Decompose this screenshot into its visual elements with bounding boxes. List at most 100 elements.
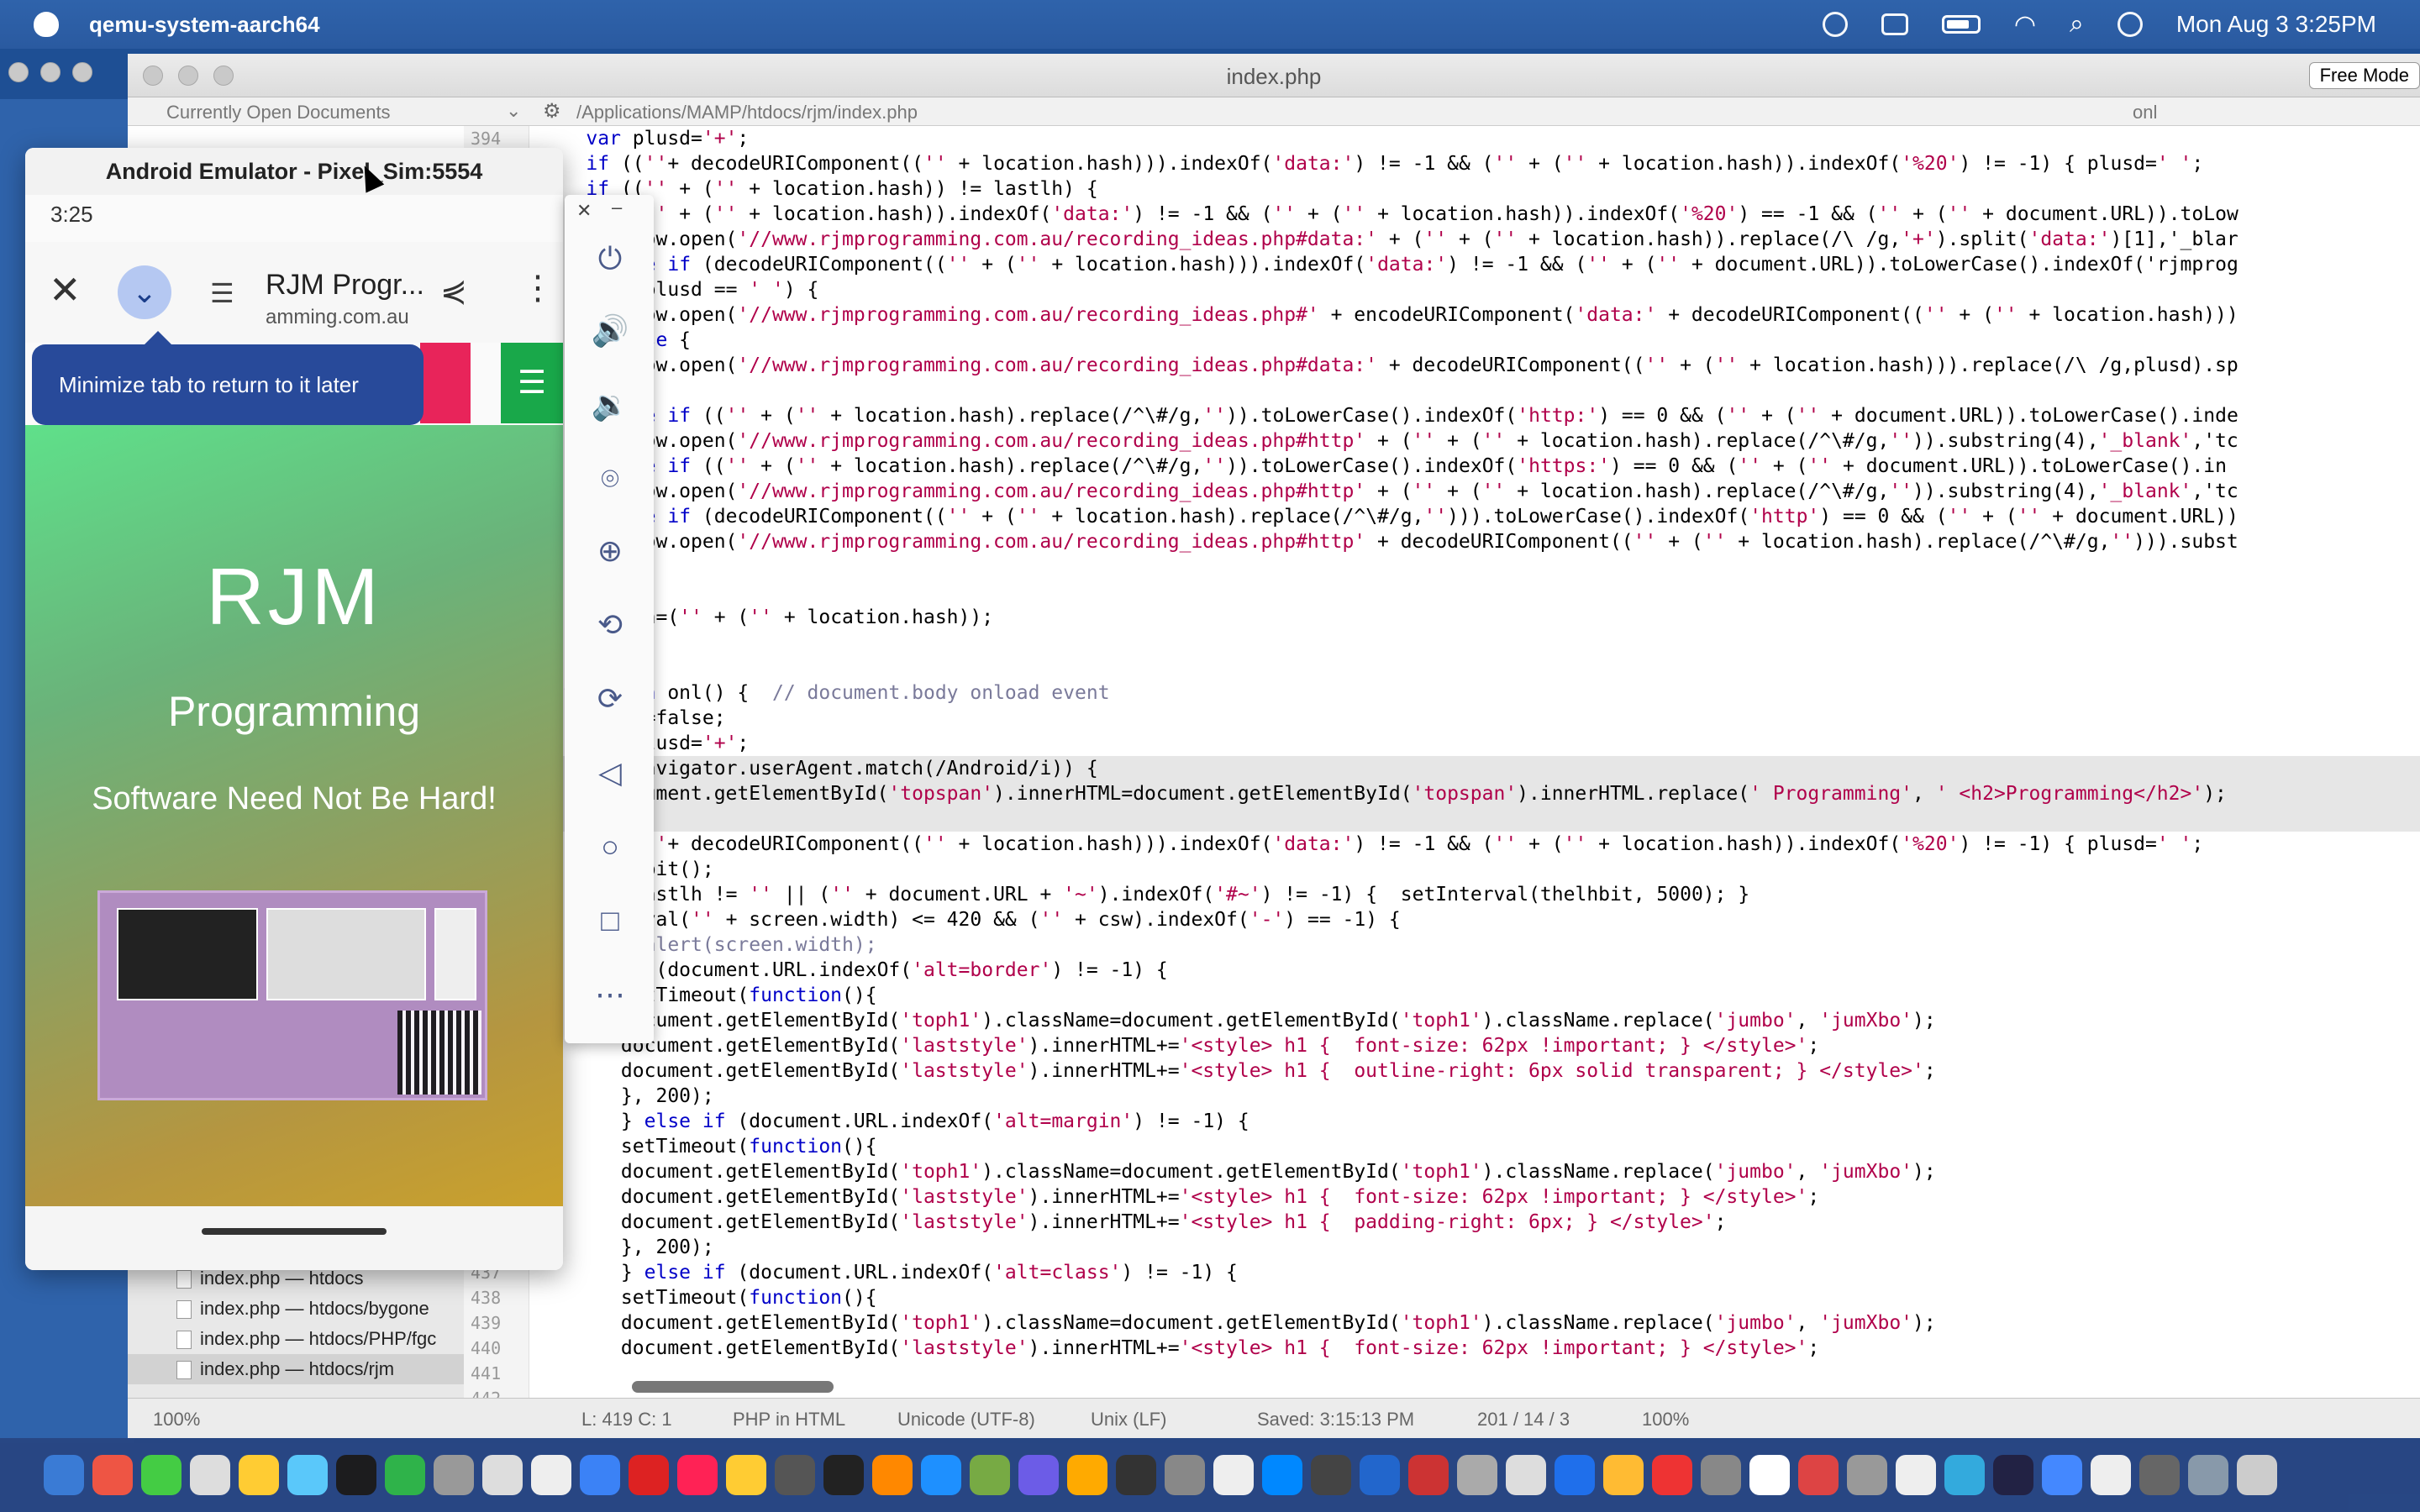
dock-app-icon[interactable]	[775, 1455, 815, 1495]
volume-up-icon[interactable]: 🔊	[590, 311, 630, 351]
free-mode-button[interactable]: Free Mode	[2308, 62, 2420, 89]
power-icon[interactable]: ⏻	[590, 239, 630, 279]
dock-app-icon[interactable]	[1408, 1455, 1449, 1495]
apple-menu-icon[interactable]	[34, 12, 59, 37]
gear-icon[interactable]: ⚙	[543, 99, 561, 123]
code-line[interactable]: document.getElementById('toph1').classNa…	[529, 1008, 2420, 1033]
code-line[interactable]: if (plusd == ' ') {	[529, 277, 2420, 302]
dock-app-icon[interactable]	[726, 1455, 766, 1495]
zoom-icon[interactable]: ⊕	[590, 531, 630, 571]
dock-app-icon[interactable]	[921, 1455, 961, 1495]
home-icon[interactable]: ○	[590, 827, 630, 867]
code-line[interactable]: document.getElementById('laststyle').inn…	[529, 1033, 2420, 1058]
code-line[interactable]: } else {	[529, 328, 2420, 353]
dock-app-icon[interactable]	[970, 1455, 1010, 1495]
minimize-icon[interactable]: –	[612, 197, 622, 218]
dock-app-icon[interactable]	[1798, 1455, 1839, 1495]
close-icon[interactable]: ✕	[576, 200, 592, 222]
line-endings-menu[interactable]: Unix (LF)	[1091, 1409, 1166, 1431]
dock-app-icon[interactable]	[1603, 1455, 1644, 1495]
open-document-item[interactable]: index.php — htdocs/rjm	[128, 1354, 464, 1384]
dock-app-icon[interactable]	[434, 1455, 474, 1495]
dock-app-icon[interactable]	[2091, 1455, 2131, 1495]
code-line[interactable]: if (eval('' + screen.width) <= 420 && ('…	[529, 907, 2420, 932]
dock-app-icon[interactable]	[1262, 1455, 1302, 1495]
close-tab-icon[interactable]: ✕	[49, 267, 82, 312]
minimize-window-button[interactable]	[40, 62, 60, 82]
dock-app-icon[interactable]	[1213, 1455, 1254, 1495]
volume-down-icon[interactable]: 🔉	[590, 385, 630, 425]
code-line[interactable]: if (navigator.userAgent.match(/Android/i…	[529, 756, 2420, 781]
tab-url[interactable]: amming.com.au	[266, 306, 409, 329]
code-line[interactable]: setTimeout(function(){	[529, 1285, 2420, 1310]
home-gesture-pill[interactable]	[202, 1228, 387, 1235]
code-line[interactable]: } else if (('' + ('' + location.hash).re…	[529, 454, 2420, 479]
more-icon[interactable]: ⋯	[590, 974, 630, 1015]
dock-app-icon[interactable]	[1067, 1455, 1107, 1495]
open-documents-header[interactable]: Currently Open Documents	[166, 102, 391, 123]
dock-app-icon[interactable]	[872, 1455, 913, 1495]
find-zoom[interactable]: 100%	[1642, 1409, 1689, 1431]
file-path-menu[interactable]: /Applications/MAMP/htdocs/rjm/index.php	[576, 102, 918, 123]
code-line[interactable]: }, 200);	[529, 1084, 2420, 1109]
code-line[interactable]: if (('' + ('' + location.hash)) != lastl…	[529, 176, 2420, 202]
dock-app-icon[interactable]	[190, 1455, 230, 1495]
dock-app-icon[interactable]	[531, 1455, 571, 1495]
open-document-item[interactable]: index.php — htdocs/PHP/fgc	[128, 1324, 464, 1354]
code-line[interactable]: thelhbit();	[529, 857, 2420, 882]
code-line[interactable]: var plusd='+';	[529, 731, 2420, 756]
dock-app-icon[interactable]	[1652, 1455, 1692, 1495]
wifi-icon[interactable]: ◠	[2014, 10, 2036, 39]
control-center-icon[interactable]	[2117, 12, 2143, 37]
code-line[interactable]: }	[529, 630, 2420, 655]
dock-app-icon[interactable]	[2139, 1455, 2180, 1495]
overview-icon[interactable]: □	[590, 900, 630, 941]
dock-app-icon[interactable]	[482, 1455, 523, 1495]
dock-app-icon[interactable]	[1360, 1455, 1400, 1495]
tab-title[interactable]: RJM Progr...	[266, 269, 424, 302]
code-line[interactable]: document.getElementById('toph1').classNa…	[529, 1159, 2420, 1184]
code-line[interactable]: window.open('//www.rjmprogramming.com.au…	[529, 353, 2420, 378]
code-line[interactable]: }	[529, 580, 2420, 605]
app-menu[interactable]: qemu-system-aarch64	[89, 12, 320, 38]
dock-app-icon[interactable]	[1993, 1455, 2033, 1495]
dock-app-icon[interactable]	[1506, 1455, 1546, 1495]
dock-app-icon[interactable]	[92, 1455, 133, 1495]
code-line[interactable]: document.getElementById('topspan').inner…	[529, 781, 2420, 806]
close-window-button[interactable]	[8, 62, 29, 82]
code-line[interactable]: document.getElementById('laststyle').inn…	[529, 1336, 2420, 1361]
code-line[interactable]: setTimeout(function(){	[529, 1134, 2420, 1159]
code-line[interactable]: } else if (document.URL.indexOf('alt=cla…	[529, 1260, 2420, 1285]
clock[interactable]: Mon Aug 3 3:25PM	[2176, 11, 2376, 38]
screen-icon[interactable]	[1881, 13, 1908, 35]
code-line[interactable]: if (document.URL.indexOf('alt=border') !…	[529, 958, 2420, 983]
dock-app-icon[interactable]	[1701, 1455, 1741, 1495]
dock-app-icon[interactable]	[1896, 1455, 1936, 1495]
camera-icon[interactable]: ⌾	[590, 459, 630, 499]
code-line[interactable]: if ((''+ decodeURIComponent(('' + locati…	[529, 832, 2420, 857]
battery-icon[interactable]	[1941, 15, 1981, 34]
dock-app-icon[interactable]	[287, 1455, 328, 1495]
code-line[interactable]: } else if (document.URL.indexOf('alt=mar…	[529, 1109, 2420, 1134]
dock-app-icon[interactable]	[1944, 1455, 1985, 1495]
dock-app-icon[interactable]	[1116, 1455, 1156, 1495]
code-line[interactable]: lastlh=('' + ('' + location.hash));	[529, 605, 2420, 630]
code-line[interactable]: }	[529, 378, 2420, 403]
dock-app-icon[interactable]	[2237, 1455, 2277, 1495]
code-line[interactable]: }, 200);	[529, 1235, 2420, 1260]
chevron-down-icon[interactable]: ⌄	[506, 100, 521, 122]
dock-app-icon[interactable]	[1749, 1455, 1790, 1495]
hamburger-menu-icon[interactable]: ☰	[501, 343, 563, 423]
code-line[interactable]: if ((''+ decodeURIComponent(('' + locati…	[529, 151, 2420, 176]
minimize-tab-button[interactable]: ⌄	[118, 265, 171, 319]
preview-image[interactable]	[97, 890, 487, 1100]
code-line[interactable]: }	[529, 554, 2420, 580]
search-icon[interactable]: ⌕	[2070, 10, 2084, 39]
code-line[interactable]: } else if (decodeURIComponent(('' + ('' …	[529, 252, 2420, 277]
dock-app-icon[interactable]	[336, 1455, 376, 1495]
code-line[interactable]: if (lastlh != '' || ('' + document.URL +…	[529, 882, 2420, 907]
code-line[interactable]: function onl() { // document.body onload…	[529, 680, 2420, 706]
code-line[interactable]: if (('' + ('' + location.hash)).indexOf(…	[529, 202, 2420, 227]
encoding-menu[interactable]: Unicode (UTF-8)	[897, 1409, 1035, 1431]
cursor-position[interactable]: L: 419 C: 1	[581, 1409, 672, 1431]
